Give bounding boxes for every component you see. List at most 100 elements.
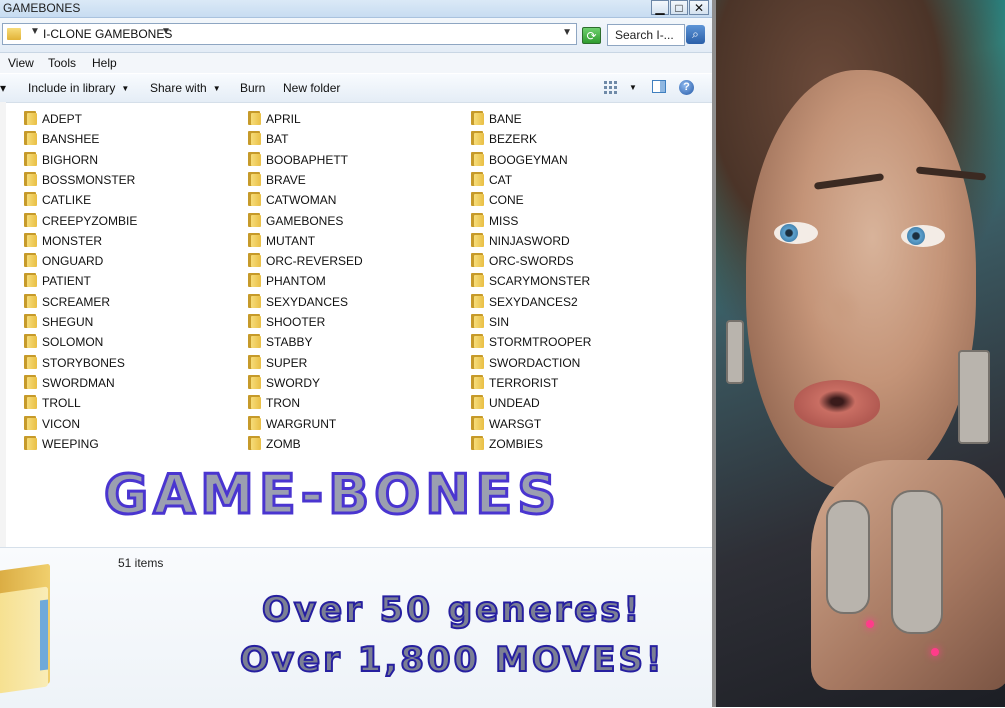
folder-label: TROLL [42,396,81,411]
view-options-chevron-icon[interactable]: ▼ [629,83,637,92]
folder-icon [471,192,484,207]
folder-icon [248,232,261,247]
folder-icon [248,151,261,166]
folder-icon [471,334,484,349]
game-bones-title: GAME-BONES [102,463,562,526]
folder-label: SEXYDANCES2 [489,294,578,309]
folder-icon [471,232,484,247]
folder-label: CATWOMAN [266,193,337,208]
folder-icon [471,111,484,125]
folder-label: BANSHEE [42,132,100,147]
folder-icon [24,111,37,125]
minimize-button[interactable]: ▁ [651,0,669,15]
chevron-down-icon: ▼ [212,84,221,93]
address-field[interactable]: ▼ I-CLONE GAMEBONES ▼ ▼ [2,23,577,45]
folder-icon [24,151,37,166]
folder-label: CAT [489,172,513,187]
folder-label: NINJASWORD [489,233,570,248]
folder-icon [248,374,261,389]
folder-label: UNDEAD [489,396,540,411]
folder-icon [24,354,37,369]
explorer-window: GAMEBONES ▁ □ ✕ ▼ I-CLONE GAMEBONES ▼ ▼ … [0,0,712,708]
menu-bar: View Tools Help [0,53,712,73]
folder-label: GAMEBONES [266,213,344,228]
large-folder-icon [0,560,98,700]
menu-tools[interactable]: Tools [48,56,76,70]
folder-icon [248,171,261,186]
folder-label: SWORDY [266,375,320,390]
burn-button[interactable]: Burn [240,81,265,95]
chevron-down-icon: ▼ [121,84,130,93]
folder-icon [24,314,37,328]
menu-help[interactable]: Help [92,56,117,70]
folder-label: BOOGEYMAN [489,152,568,167]
folder-icon [24,171,37,186]
chevron-down-icon[interactable]: ▼ [30,26,40,37]
folder-icon [471,395,484,410]
folder-label: SHOOTER [266,315,326,329]
folder-label: VICON [42,416,81,431]
folder-icon [248,253,261,268]
folder-icon [248,293,261,308]
folder-label: CREEPYZOMBIE [42,213,138,228]
address-path[interactable]: I-CLONE GAMEBONES [43,27,172,41]
folder-label: PHANTOM [266,274,326,289]
search-icon[interactable]: ⌕ [686,25,705,44]
promo-moves-text: Over 1,800 MOVES! [239,639,665,681]
folder-label: SEXYDANCES [266,294,349,309]
change-view-icon[interactable] [604,81,618,94]
folder-icon [24,293,37,308]
include-in-library-button[interactable]: Include in library ▼ [28,81,129,95]
folder-icon [248,354,261,369]
help-icon[interactable]: ? [679,80,694,95]
address-bar: ▼ I-CLONE GAMEBONES ▼ ▼ ⟳ Search I-... ⌕ [0,18,712,53]
folder-label: STORYBONES [42,355,125,370]
folder-icon [471,293,484,308]
folder-label: BOSSMONSTER [42,172,136,187]
folder-label: TERRORIST [489,375,559,390]
folder-label: MUTANT [266,233,316,248]
folder-label: MISS [489,213,519,228]
folder-icon [248,334,261,349]
folder-icon [471,354,484,369]
share-with-button[interactable]: Share with ▼ [150,81,221,95]
include-label: Include in library [28,81,116,95]
cyborg-portrait-image [716,0,1005,707]
refresh-button[interactable]: ⟳ [582,27,601,44]
folder-icon [471,151,484,166]
folder-label: ADEPT [42,112,83,126]
title-bar: GAMEBONES ▁ □ ✕ [0,0,712,18]
folder-icon [471,374,484,389]
organize-dropdown-arrow[interactable]: ▾ [0,81,6,95]
folder-label: SHEGUN [42,315,94,329]
close-button[interactable]: ✕ [689,0,709,15]
chevron-down-icon[interactable]: ▼ [161,26,171,37]
folder-icon [248,111,261,125]
folder-label: ORC-REVERSED [266,254,363,269]
folder-label: ONGUARD [42,254,104,269]
folder-icon [471,314,484,328]
preview-pane-icon[interactable] [652,80,666,93]
folder-icon [248,314,261,328]
item-count: 51 items [118,556,164,570]
folder-label: SWORDMAN [42,375,115,390]
search-input[interactable]: Search I-... [607,24,685,46]
folder-icon [24,415,37,430]
folder-label: SUPER [266,355,308,370]
address-history-dropdown-icon[interactable]: ▼ [562,27,572,38]
folder-label: BOOBAPHETT [266,152,349,167]
folder-label: SCARYMONSTER [489,274,591,289]
new-folder-button[interactable]: New folder [283,81,340,95]
folder-label: ZOMBIES [489,436,544,451]
folder-icon [7,28,21,40]
maximize-button[interactable]: □ [670,0,688,15]
folder-label: CONE [489,193,524,208]
folder-icon [24,435,37,450]
folder-label: BRAVE [266,172,306,187]
folder-label: STABBY [266,335,313,350]
folder-icon [24,232,37,247]
folder-label: APRIL [266,112,301,126]
folder-icon [248,192,261,207]
folder-icon [471,273,484,288]
menu-view[interactable]: View [8,56,34,70]
